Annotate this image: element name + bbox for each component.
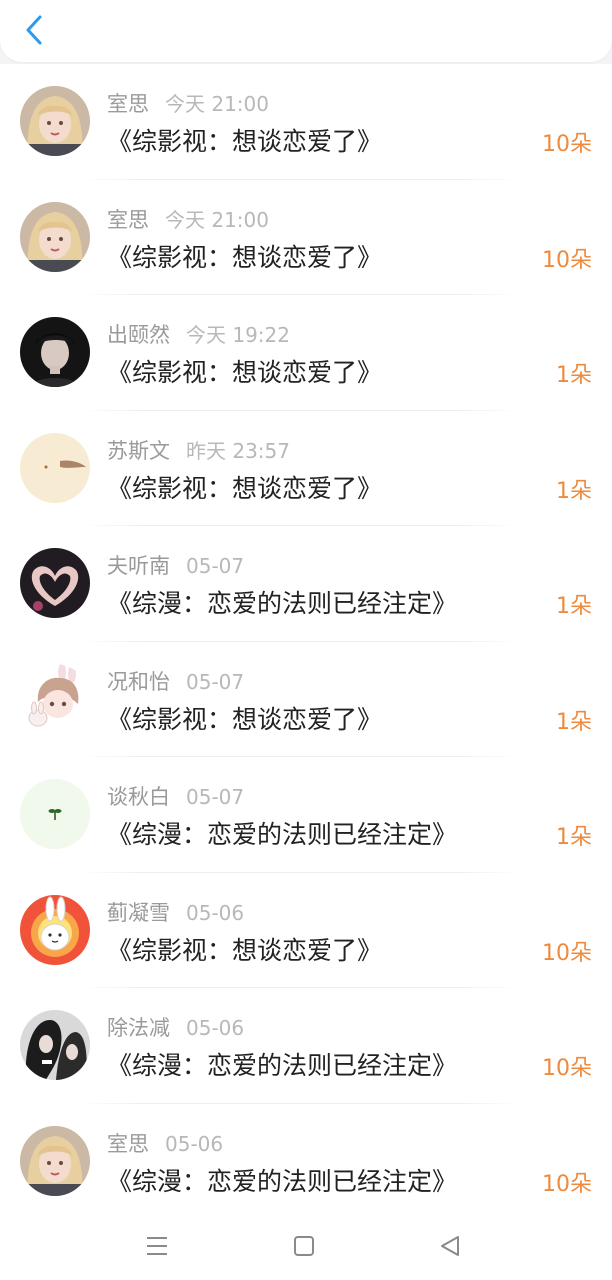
book-title[interactable]: 《综影视：想谈恋爱了》: [107, 931, 382, 967]
gift-amount: 1朵: [556, 363, 592, 388]
timestamp: 05-06: [186, 1016, 245, 1040]
user-name[interactable]: 夫听南: [107, 550, 170, 580]
avatar-blonde-girl-icon: [20, 1125, 90, 1196]
list-item[interactable]: 室思 今天 21:00 《综影视：想谈恋爱了》 10朵: [0, 64, 612, 180]
timestamp: 今天 19:22: [186, 323, 290, 347]
user-name[interactable]: 苏斯文: [107, 435, 170, 465]
timestamp: 今天 21:00: [165, 207, 269, 232]
book-title[interactable]: 《综影视：想谈恋爱了》: [107, 122, 382, 158]
avatar-sprout-icon: [20, 779, 90, 849]
list-item[interactable]: 室思 05-06 《综漫：恋爱的法则已经注定》 10朵: [0, 1104, 612, 1220]
list-item[interactable]: 蓟凝雪 05-06 《综影视：想谈恋爱了》 10朵: [0, 873, 612, 988]
avatar[interactable]: [20, 1010, 90, 1080]
timestamp: 今天 21:00: [165, 92, 269, 116]
list-item[interactable]: 况和怡 05-07 《综影视：想谈恋爱了》 1朵: [0, 642, 612, 757]
avatar[interactable]: [20, 779, 90, 849]
avatar[interactable]: [20, 201, 90, 272]
avatar[interactable]: [20, 86, 90, 156]
avatar[interactable]: [20, 317, 90, 387]
timestamp: 昨天 23:57: [186, 438, 290, 463]
menu-icon: [147, 1237, 167, 1255]
gift-amount: 1朵: [556, 594, 592, 619]
user-name[interactable]: 况和怡: [107, 666, 170, 696]
avatar[interactable]: [20, 663, 90, 734]
avatar-heart-hands-icon: [20, 548, 90, 618]
avatar[interactable]: [20, 548, 90, 618]
gift-amount: 10朵: [542, 940, 592, 966]
book-title[interactable]: 《综漫：恋爱的法则已经注定》: [107, 1046, 457, 1082]
system-nav-bar: [0, 1212, 612, 1280]
top-bar: [0, 0, 612, 62]
user-name[interactable]: 出颐然: [107, 319, 170, 349]
home-button[interactable]: [286, 1228, 322, 1264]
user-name[interactable]: 除法减: [107, 1012, 170, 1042]
book-title[interactable]: 《综漫：恋爱的法则已经注定》: [107, 584, 457, 620]
gift-amount: 10朵: [542, 1056, 592, 1081]
avatar-dark-anime-icon: [20, 1010, 90, 1080]
square-home-icon: [294, 1236, 314, 1256]
avatar-bunny-sun-icon: [20, 894, 90, 965]
book-title[interactable]: 《综影视：想谈恋爱了》: [107, 700, 382, 736]
list-item[interactable]: 出颐然 今天 19:22 《综影视：想谈恋爱了》 1朵: [0, 295, 612, 411]
gift-amount: 1朵: [556, 709, 592, 735]
book-title[interactable]: 《综影视：想谈恋爱了》: [107, 353, 382, 389]
user-name[interactable]: 室思: [107, 1128, 149, 1158]
book-title[interactable]: 《综漫：恋爱的法则已经注定》: [107, 815, 457, 851]
timestamp: 05-06: [165, 1131, 224, 1156]
user-name[interactable]: 室思: [107, 204, 149, 234]
back-button[interactable]: [18, 12, 50, 48]
chevron-left-icon: [26, 15, 42, 45]
avatar-beige-icon: [20, 432, 90, 503]
list-item[interactable]: 除法减 05-06 《综漫：恋爱的法则已经注定》 10朵: [0, 988, 612, 1104]
gift-amount: 1朵: [556, 478, 592, 504]
avatar-anime-girl-bunny-icon: [20, 663, 90, 734]
gift-amount: 10朵: [542, 132, 592, 157]
user-name[interactable]: 谈秋白: [107, 781, 170, 811]
gift-amount: 10朵: [542, 247, 592, 273]
menu-button[interactable]: [139, 1228, 175, 1264]
timestamp: 05-07: [186, 785, 245, 809]
book-title[interactable]: 《综影视：想谈恋爱了》: [107, 469, 382, 505]
avatar[interactable]: [20, 1125, 90, 1196]
gift-amount: 1朵: [556, 825, 592, 850]
timestamp: 05-06: [186, 900, 245, 925]
list-item[interactable]: 谈秋白 05-07 《综漫：恋爱的法则已经注定》 1朵: [0, 757, 612, 873]
user-name[interactable]: 蓟凝雪: [107, 897, 170, 927]
book-title[interactable]: 《综影视：想谈恋爱了》: [107, 238, 382, 274]
avatar-dark-boy-icon: [20, 317, 90, 387]
avatar-blonde-girl-icon: [20, 86, 90, 156]
avatar[interactable]: [20, 432, 90, 503]
list-item[interactable]: 室思 今天 21:00 《综影视：想谈恋爱了》 10朵: [0, 180, 612, 295]
timestamp: 05-07: [186, 554, 245, 578]
list-item[interactable]: 苏斯文 昨天 23:57 《综影视：想谈恋爱了》 1朵: [0, 411, 612, 526]
timestamp: 05-07: [186, 669, 245, 694]
user-name[interactable]: 室思: [107, 88, 149, 118]
gift-amount: 10朵: [542, 1171, 592, 1197]
book-title[interactable]: 《综漫：恋爱的法则已经注定》: [107, 1162, 457, 1198]
gift-record-list: 室思 今天 21:00 《综影视：想谈恋爱了》 10朵 室思 今天 21:00 …: [0, 64, 612, 1212]
avatar[interactable]: [20, 894, 90, 965]
list-item[interactable]: 夫听南 05-07 《综漫：恋爱的法则已经注定》 1朵: [0, 526, 612, 642]
triangle-back-icon: [441, 1236, 459, 1256]
system-back-button[interactable]: [432, 1228, 468, 1264]
avatar-blonde-girl-icon: [20, 201, 90, 272]
